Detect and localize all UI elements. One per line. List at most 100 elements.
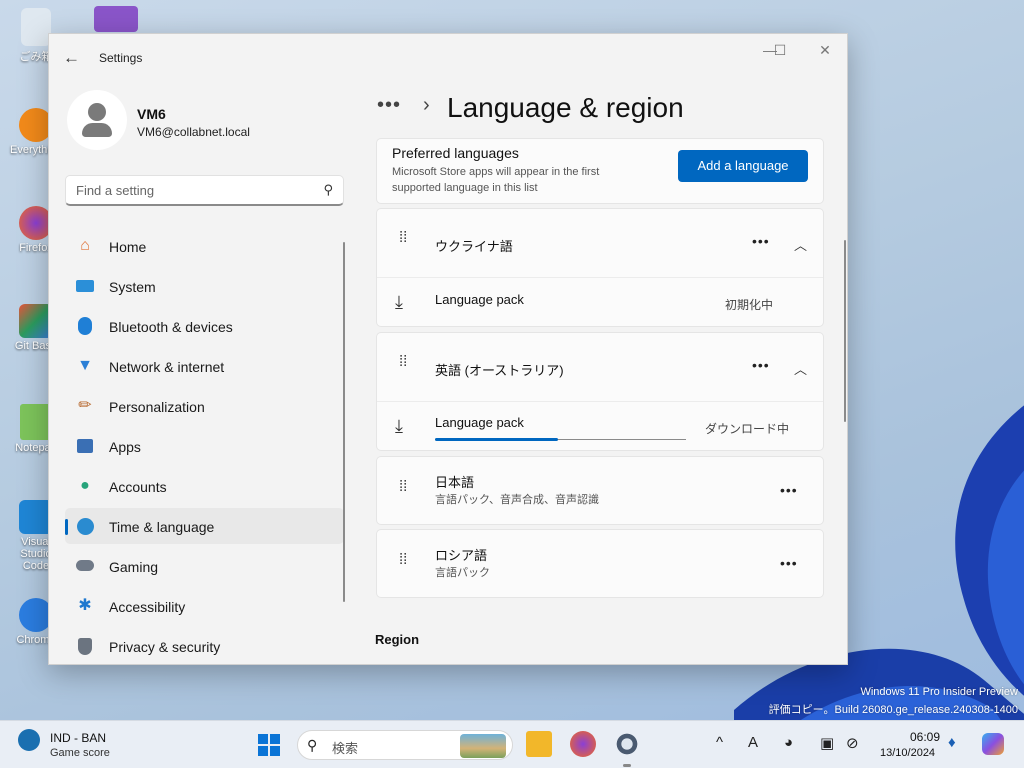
home-icon: ⌂ [80,237,90,254]
chevron-up-icon[interactable]: ︿ [794,235,807,254]
sidebar-item-bluetooth[interactable]: Bluetooth & devices [65,308,344,344]
language-card-english-australia[interactable]: ⁞⁞ 英語 (オーストラリア) ••• ︿ ⤓ Language pack ダウ… [376,332,824,451]
user-name: VM6 [137,106,166,122]
brush-icon: ✏ [78,397,92,414]
language-pack-status: 初期化中 [725,298,774,312]
accounts-icon: ● [80,477,90,494]
language-card-ukrainian[interactable]: ⁞⁞ ウクライナ語 ••• ︿ ⤓ Language pack 初期化中 [376,208,824,327]
visual-studio-icon[interactable] [94,6,138,32]
language-features: 言語パック [435,567,490,579]
maximize-button[interactable]: ☐ [765,42,795,59]
firefox-icon[interactable] [570,731,596,757]
avatar[interactable] [67,90,127,150]
search-highlight-image [460,734,506,758]
breadcrumb-more-button[interactable]: ••• [377,94,401,117]
user-email: VM6@collabnet.local [137,125,250,139]
back-arrow-icon[interactable]: ← [63,48,80,68]
sidebar-item-gaming[interactable]: Gaming [65,548,344,584]
system-icon [75,276,95,296]
taskbar-time[interactable]: 06:09 [896,730,940,744]
watermark-line1: Windows 11 Pro Insider Preview [860,686,1018,698]
divider [377,401,823,402]
bluetooth-icon [75,316,95,336]
search-icon: ⚲ [307,737,318,753]
more-options-button[interactable]: ••• [752,233,770,249]
sidebar-item-home[interactable]: ⌂ Home [65,228,344,264]
accessibility-icon: ✱ [78,597,92,614]
clock-sync-icon[interactable]: ◕ [784,734,793,751]
windows-logo-tile [258,734,268,744]
settings-window: ← Settings — ☐ ✕ VM6 VM6@collabnet.local… [48,33,848,665]
settings-gear-icon[interactable] [614,731,640,757]
language-pack-status: ダウンロード中 [705,422,790,436]
preferred-languages-title: Preferred languages [392,145,519,161]
taskbar-search-text: 検索 [332,741,359,756]
search-input[interactable]: Find a setting ⚲ [65,175,344,206]
divider [377,277,823,278]
language-name: 日本語 [435,475,475,490]
more-options-button[interactable]: ••• [780,482,798,498]
drag-handle-icon[interactable]: ⁞⁞ [399,354,407,369]
language-name: ロシア語 [435,548,488,563]
recycle-bin-icon [21,8,51,46]
windows-logo-tile [270,734,280,744]
preferred-languages-card: Preferred languages Microsoft Store apps… [376,138,824,204]
copilot-icon[interactable] [982,733,1004,755]
avatar-body [82,123,112,137]
taskbar: IND - BAN Game score ⚲ 検索 ^ A ◕ ▣ ⊘ 06:0… [0,720,1024,768]
language-name: 英語 (オーストラリア) [435,363,564,378]
sidebar-item-personalization[interactable]: ✏ Personalization [65,388,344,424]
globe-clock-icon [75,516,95,536]
start-button[interactable] [258,734,280,756]
title-bar: ← Settings — ☐ ✕ [49,34,847,82]
sidebar-item-time-language[interactable]: Time & language [65,508,344,544]
volume-muted-icon[interactable]: ⊘ [846,734,859,752]
language-pack-label: Language pack [435,415,524,430]
download-icon: ⤓ [395,416,403,436]
page-title: Language & region [447,92,684,123]
language-card-russian[interactable]: ⁞⁞ ロシア語 言語パック ••• [376,529,824,598]
input-method-icon[interactable]: A [748,734,758,751]
sidebar-item-apps[interactable]: Apps [65,428,344,464]
sidebar-item-privacy[interactable]: Privacy & security [65,628,344,664]
watermark-line2: 評価コピー。Build 26080.ge_release.240308-1400 [768,704,1018,716]
file-explorer-icon[interactable] [526,731,552,757]
sidebar-scrollbar[interactable] [343,242,345,602]
sidebar-nav: ⌂ Home System Bluetooth & devices ▼ Netw… [65,228,344,664]
widget-line2[interactable]: Game score [50,747,110,759]
drag-handle-icon[interactable]: ⁞⁞ [399,230,407,245]
drag-handle-icon[interactable]: ⁞⁞ [399,552,407,567]
sidebar-item-accessibility[interactable]: ✱ Accessibility [65,588,344,624]
wifi-icon: ▼ [77,357,93,374]
add-language-button[interactable]: Add a language [678,150,808,182]
sidebar-item-accounts[interactable]: ● Accounts [65,468,344,504]
window-title: Settings [99,51,143,65]
windows-logo-tile [258,746,268,756]
language-features: 言語パック、音声合成、音声認識 [435,494,600,506]
drag-handle-icon[interactable]: ⁞⁞ [399,479,407,494]
preferred-languages-subtitle: Microsoft Store apps will appear in the … [392,166,600,194]
widget-line1[interactable]: IND - BAN [50,731,106,745]
close-button[interactable]: ✕ [810,42,840,59]
chevron-up-icon[interactable]: ︿ [794,359,807,378]
sidebar-item-network[interactable]: ▼ Network & internet [65,348,344,384]
notification-bell-icon[interactable]: ♦ [948,734,956,751]
windows-logo-tile [270,746,280,756]
network-icon[interactable]: ▣ [820,734,834,752]
more-options-button[interactable]: ••• [752,357,770,373]
sidebar-item-system[interactable]: System [65,268,344,304]
taskbar-search[interactable]: ⚲ 検索 [297,730,513,760]
breadcrumb-chevron-icon: › [423,94,430,116]
taskbar-date[interactable]: 13/10/2024 [880,747,935,759]
selection-indicator [65,519,68,535]
language-card-japanese[interactable]: ⁞⁞ 日本語 言語パック、音声合成、音声認識 ••• [376,456,824,525]
region-heading: Region [375,632,420,647]
weather-widget-icon[interactable] [18,729,40,751]
language-name: ウクライナ語 [435,239,513,254]
more-options-button[interactable]: ••• [780,555,798,571]
main-scrollbar[interactable] [844,240,846,422]
gamepad-icon [75,556,95,576]
search-placeholder: Find a setting [76,183,155,198]
chevron-up-icon[interactable]: ^ [716,734,723,751]
search-icon: ⚲ [323,182,333,197]
